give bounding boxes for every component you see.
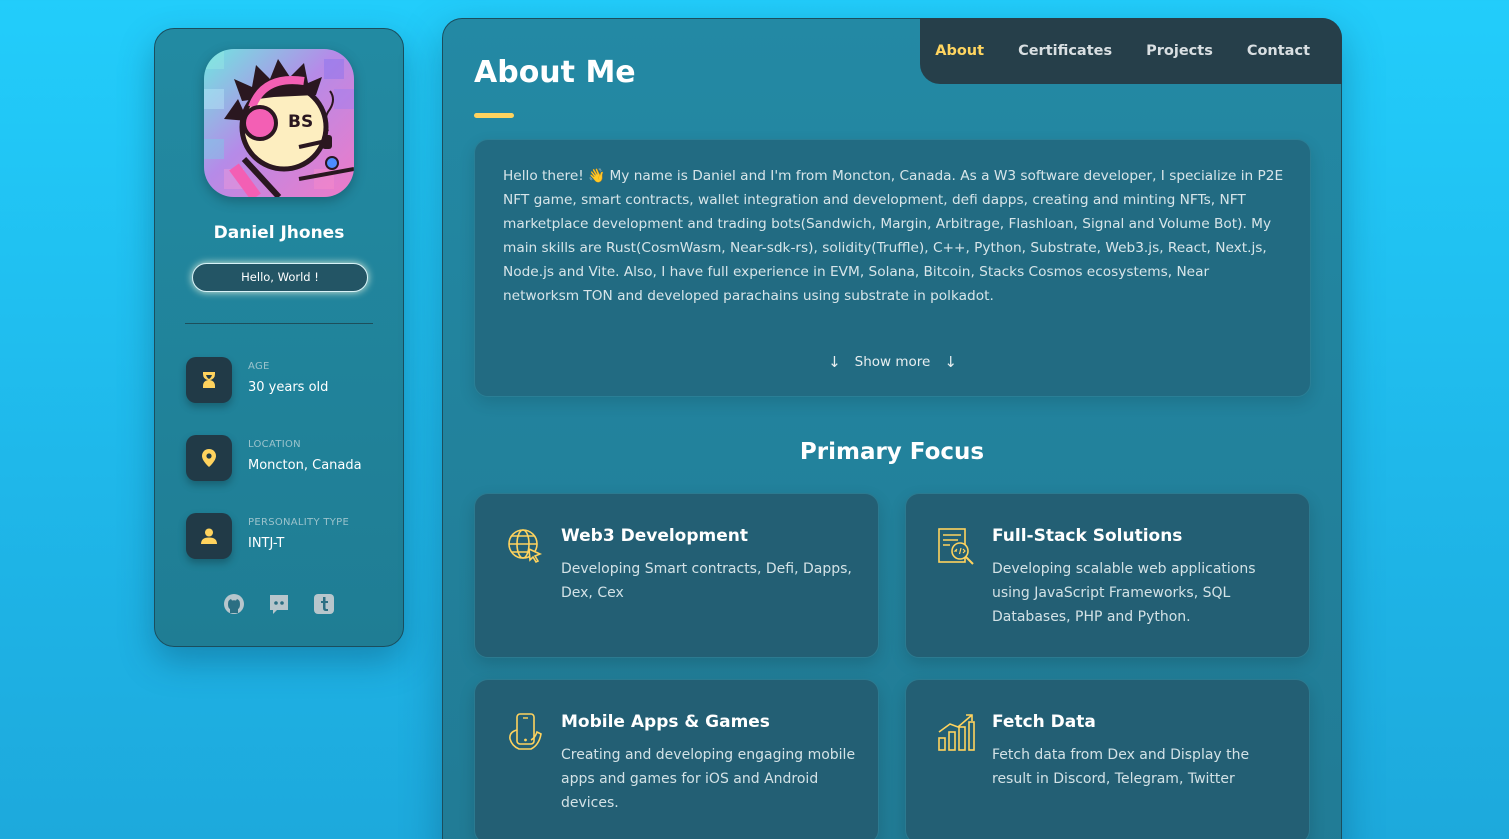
info-row-personality: PERSONALITY TYPE INTJ-T (186, 513, 396, 559)
github-icon[interactable] (223, 592, 246, 615)
info-label: LOCATION (248, 439, 301, 450)
hourglass-icon (186, 357, 232, 403)
focus-title: Fetch Data (992, 712, 1096, 732)
tumblr-icon[interactable] (313, 592, 336, 615)
arrow-down-icon: ↓ (828, 353, 841, 371)
section-title: Primary Focus (799, 439, 985, 465)
avatar: BS (204, 49, 354, 197)
profile-sidebar: BS Daniel Jhones Hello, World ! AGE 30 y… (154, 28, 404, 647)
focus-card-fullstack: Full-Stack Solutions Developing scalable… (905, 493, 1310, 658)
svg-text:BS: BS (288, 112, 313, 132)
user-icon (186, 513, 232, 559)
focus-desc: Fetch data from Dex and Display the resu… (992, 747, 1250, 787)
map-pin-icon (186, 435, 232, 481)
info-row-age: AGE 30 years old (186, 357, 396, 403)
focus-title: Mobile Apps & Games (561, 712, 770, 732)
info-label: PERSONALITY TYPE (248, 517, 350, 528)
about-card: Hello there! 👋 My name is Daniel and I'm… (474, 139, 1311, 397)
info-label: AGE (248, 361, 270, 372)
title-underline (474, 113, 514, 118)
code-document-icon (938, 528, 974, 565)
focus-desc: Developing scalable web applications usi… (992, 561, 1256, 625)
focus-card-mobile: Mobile Apps & Games Creating and develop… (474, 679, 879, 839)
bar-chart-icon (938, 714, 975, 751)
info-value: Moncton, Canada (248, 458, 362, 473)
arrow-down-icon: ↓ (944, 353, 957, 371)
status-badge: Hello, World ! (192, 263, 368, 292)
main-panel: About Certificates Projects Contact Abou… (442, 18, 1342, 839)
social-links (155, 592, 403, 615)
info-value: INTJ-T (248, 536, 285, 551)
top-navbar: About Certificates Projects Contact (920, 18, 1342, 84)
sidebar-divider (185, 323, 373, 324)
page-title: About Me (474, 55, 636, 90)
info-row-location: LOCATION Moncton, Canada (186, 435, 396, 481)
focus-desc: Creating and developing engaging mobile … (561, 747, 856, 811)
nav-certificates[interactable]: Certificates (1018, 43, 1112, 59)
profile-name: Daniel Jhones (213, 223, 345, 243)
show-more-button[interactable]: ↓ Show more ↓ (475, 353, 1310, 371)
globe-cursor-icon (508, 529, 543, 564)
focus-card-web3: Web3 Development Developing Smart contra… (474, 493, 879, 658)
info-value: 30 years old (248, 380, 329, 395)
nav-projects[interactable]: Projects (1146, 43, 1213, 59)
mobile-hand-icon (509, 713, 542, 750)
discord-icon[interactable] (268, 592, 291, 615)
focus-title: Full-Stack Solutions (992, 526, 1183, 546)
nav-about[interactable]: About (935, 43, 984, 59)
show-more-label: Show more (854, 354, 931, 370)
focus-title: Web3 Development (561, 526, 748, 546)
focus-card-fetch-data: Fetch Data Fetch data from Dex and Displ… (905, 679, 1310, 839)
focus-desc: Developing Smart contracts, Defi, Dapps,… (561, 561, 852, 601)
nav-contact[interactable]: Contact (1247, 43, 1310, 59)
about-text: Hello there! 👋 My name is Daniel and I'm… (503, 168, 1284, 304)
